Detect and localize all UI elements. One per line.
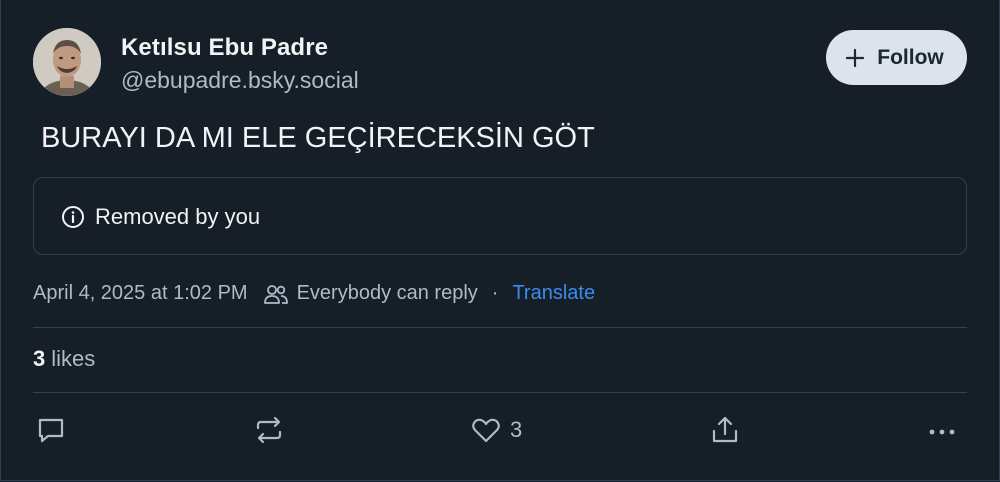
author-handle[interactable]: @ebupadre.bsky.social [121, 67, 359, 94]
reply-button[interactable] [35, 414, 67, 446]
follow-button[interactable]: Follow [826, 30, 967, 85]
likes-label: likes [51, 346, 96, 371]
removed-notice[interactable]: Removed by you [33, 177, 967, 255]
heart-icon [472, 418, 500, 443]
share-button[interactable] [709, 414, 741, 446]
like-button[interactable]: 3 [470, 414, 522, 446]
divider [33, 392, 967, 393]
likes-summary[interactable]: 3 likes [33, 346, 95, 372]
author-avatar[interactable] [33, 28, 101, 96]
more-icon [929, 429, 955, 435]
repost-button[interactable] [252, 414, 286, 446]
like-count: 3 [510, 417, 523, 442]
share-icon [712, 416, 738, 443]
reply-setting[interactable]: Everybody can reply [263, 282, 478, 305]
info-icon [62, 206, 84, 228]
author-display-name[interactable]: Ketılsu Ebu Padre [121, 34, 328, 62]
removed-notice-label: Removed by you [95, 204, 261, 229]
post-text: BURAYI DA MI ELE GEÇİRECEKSİN GÖT [41, 122, 595, 154]
reply-setting-label: Everybody can reply [296, 282, 478, 304]
more-options-button[interactable] [926, 414, 958, 446]
post-meta: April 4, 2025 at 1:02 PM Everybody can r… [33, 282, 595, 305]
avatar-photo [33, 28, 101, 96]
divider [33, 327, 967, 328]
follow-button-label: Follow [877, 45, 944, 69]
likes-count: 3 [33, 346, 46, 371]
plus-icon [846, 48, 865, 67]
post-timestamp[interactable]: April 4, 2025 at 1:02 PM [33, 282, 248, 305]
reply-icon [38, 418, 64, 443]
meta-separator: · [491, 282, 499, 304]
repost-icon [256, 416, 282, 444]
people-icon [263, 284, 288, 304]
translate-link[interactable]: Translate [512, 282, 595, 305]
